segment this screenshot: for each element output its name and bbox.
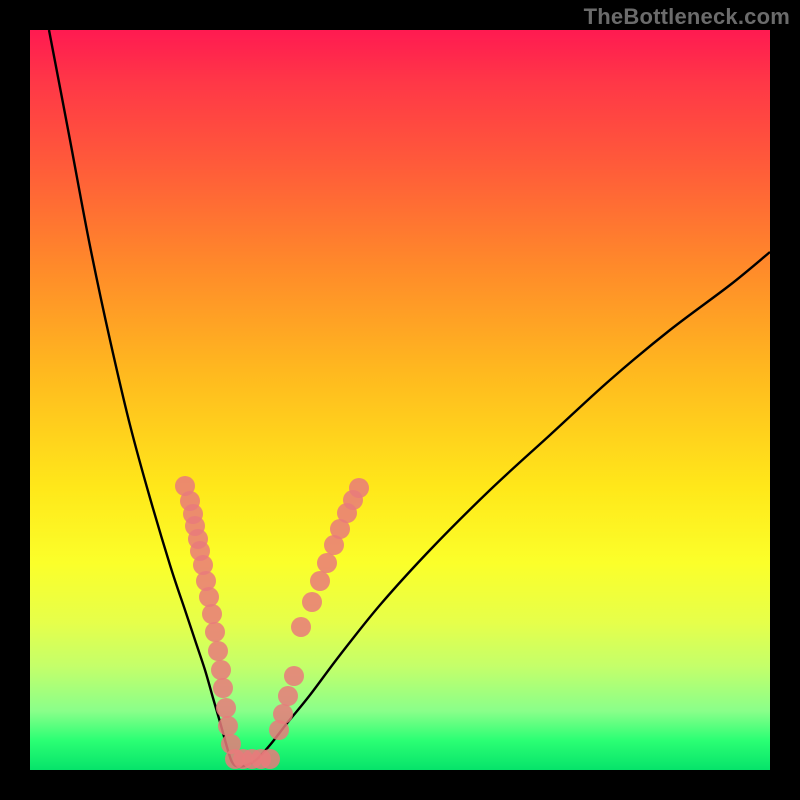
watermark-text: TheBottleneck.com: [584, 4, 790, 30]
v-curve-path: [49, 30, 770, 767]
data-dot: [260, 749, 280, 769]
data-dot: [216, 698, 236, 718]
data-dot: [302, 592, 322, 612]
data-dot: [284, 666, 304, 686]
data-dot: [291, 617, 311, 637]
data-dot: [208, 641, 228, 661]
data-dot: [349, 478, 369, 498]
data-dot: [205, 622, 225, 642]
data-dot: [278, 686, 298, 706]
data-dot: [218, 716, 238, 736]
data-dot: [273, 704, 293, 724]
curve-layer: [30, 30, 770, 770]
data-dot: [310, 571, 330, 591]
data-dot: [199, 587, 219, 607]
data-dot: [317, 553, 337, 573]
data-dot: [213, 678, 233, 698]
data-dots: [175, 476, 369, 769]
data-dot: [211, 660, 231, 680]
plot-area: [30, 30, 770, 770]
chart-frame: TheBottleneck.com: [0, 0, 800, 800]
data-dot: [202, 604, 222, 624]
